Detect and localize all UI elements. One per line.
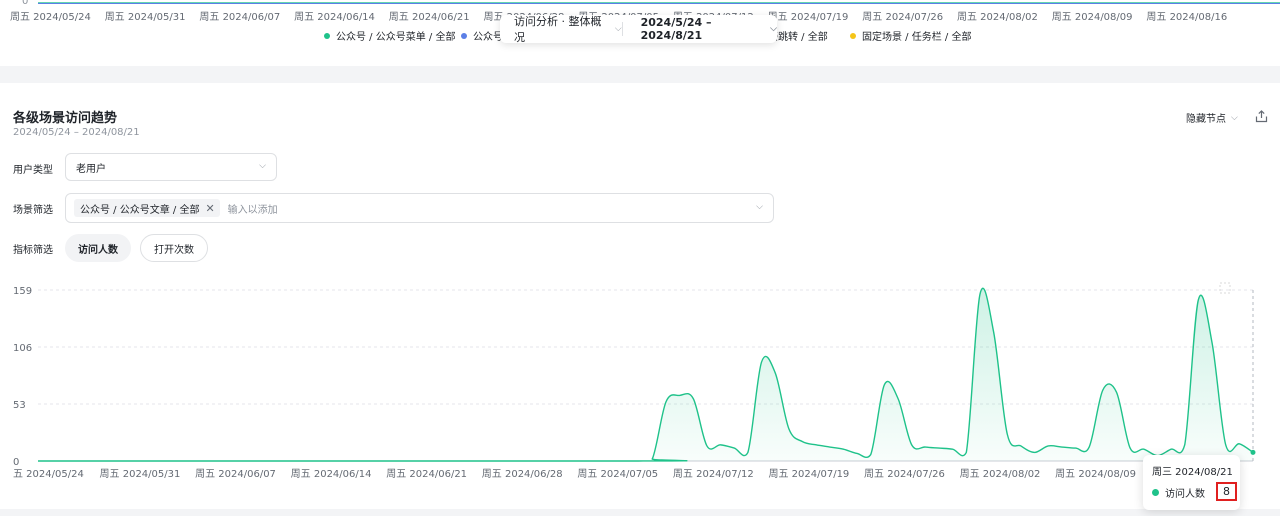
top-x-tick-label: 周五 2024/05/31 — [104, 12, 186, 23]
legend-item[interactable]: 公众号 / 公众号菜单 / 全部 — [324, 28, 455, 43]
legend-label: 公众号 — [473, 32, 503, 43]
top-x-tick-label: 周五 2024/07/19 — [767, 12, 849, 23]
floating-toolbar: 访问分析 · 整体概况 ⌵ 2024/5/24 – 2024/8/21 ⌵ — [500, 13, 777, 45]
chart-tooltip: 周三 2024/08/21 访问人数 8 — [1143, 455, 1240, 510]
series-area — [38, 288, 1253, 461]
top-x-tick-label: 周五 2024/06/07 — [199, 12, 281, 23]
y-tick-label: 53 — [13, 400, 26, 411]
x-tick-label: 周五 2024/08/09 — [1055, 468, 1136, 480]
legend-dot — [324, 32, 330, 39]
y-tick-label: 159 — [13, 286, 32, 297]
top-x-tick-label: 周五 2024/05/24 — [10, 12, 91, 23]
x-tick-label: 周五 2024/05/31 — [100, 468, 181, 480]
legend-item[interactable]: 固定场景 / 任务栏 / 全部 — [850, 28, 971, 43]
top-x-tick-label: 周五 2024/07/26 — [862, 12, 944, 23]
x-tick-label: 周五 2024/06/14 — [291, 468, 372, 480]
hover-point — [1250, 449, 1256, 455]
x-tick-label: 五 2024/05/24 — [13, 469, 84, 480]
legend-label: 公众号 / 公众号菜单 / 全部 — [336, 32, 456, 43]
top-x-tick-label: 周五 2024/06/14 — [294, 12, 375, 23]
date-range-picker[interactable]: 2024/5/24 – 2024/8/21 ⌵ — [623, 16, 777, 42]
series-dot — [1152, 489, 1159, 496]
legend-dot — [850, 32, 856, 39]
legend-item[interactable]: 公众号 — [461, 28, 503, 43]
x-tick-label: 周五 2024/07/19 — [768, 468, 849, 480]
top-x-tick-label: 周五 2024/08/09 — [1051, 12, 1133, 23]
legend-dot — [461, 32, 467, 39]
tooltip-series-row: 访问人数 — [1152, 485, 1205, 500]
analysis-dropdown[interactable]: 访问分析 · 整体概况 ⌵ — [500, 13, 622, 45]
date-range-label: 2024/5/24 – 2024/8/21 — [640, 16, 712, 42]
y-tick-label: 106 — [13, 343, 32, 354]
y-tick-label: 0 — [13, 457, 19, 468]
x-tick-label: 周五 2024/07/12 — [673, 468, 754, 480]
top-x-tick-label: 周五 2024/06/21 — [388, 12, 470, 23]
x-tick-label: 周五 2024/08/02 — [960, 468, 1041, 480]
top-x-tick-label: 周五 2024/08/02 — [957, 12, 1038, 23]
dashed-marker — [1219, 282, 1231, 294]
x-tick-label: 周五 2024/06/21 — [386, 468, 467, 480]
trend-chart: 0 53 106 159 五 2024/05/24 周五 2024/05/31 周五 202… — [13, 282, 1256, 480]
legend-label: 固定场景 / 任务栏 / 全部 — [862, 32, 972, 43]
chevron-down-icon: ⌵ — [770, 24, 777, 34]
x-tick-label: 周五 2024/06/28 — [482, 468, 563, 480]
tooltip-value: 8 — [1216, 482, 1237, 501]
tooltip-series-name: 访问人数 — [1165, 489, 1205, 500]
scene-trend-card: 各级场景访问趋势 2024/05/24 – 2024/08/21 隐藏节点 ⌵ … — [0, 83, 1280, 509]
series-line-blue — [38, 3, 1280, 4]
x-tick-label: 周五 2024/06/07 — [195, 468, 276, 480]
y-axis-zero-label: 0 — [22, 0, 29, 7]
x-tick-label: 周五 2024/07/26 — [864, 468, 945, 480]
tooltip-date: 周三 2024/08/21 — [1152, 467, 1233, 478]
analysis-label: 访问分析 · 整体概况 — [514, 15, 602, 44]
chevron-down-icon: ⌵ — [614, 24, 622, 34]
previous-chart-section: 0 周五 2024/05/24 周五 2024/05/31 周五 2024/06/0… — [0, 0, 1280, 66]
top-x-tick-label: 周五 2024/08/16 — [1146, 12, 1228, 23]
series-line — [37, 287, 1254, 462]
x-tick-label: 周五 2024/07/05 — [577, 468, 658, 480]
